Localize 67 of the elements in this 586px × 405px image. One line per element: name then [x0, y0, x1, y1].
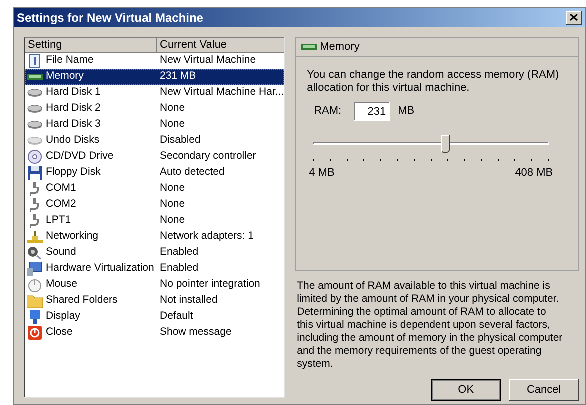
- setting-value: Secondary controller: [159, 149, 256, 164]
- setting-value: None: [159, 213, 186, 228]
- setting-value: Enabled: [159, 245, 199, 260]
- setting-name: LPT1: [46, 213, 72, 228]
- setting-name: Networking: [46, 229, 99, 244]
- setting-name: Close: [46, 325, 73, 340]
- setting-value: None: [159, 117, 186, 132]
- settings-row[interactable]: Close Show message: [25, 325, 284, 341]
- setting-name: Display: [46, 309, 80, 324]
- setting-value: None: [159, 181, 186, 196]
- setting-name: Sound: [46, 245, 76, 260]
- settings-row[interactable]: Shared Folders Not installed: [25, 293, 284, 309]
- setting-name: COM2: [46, 197, 76, 212]
- settings-row[interactable]: Undo Disks Disabled: [25, 133, 284, 149]
- settings-row[interactable]: File Name New Virtual Machine: [25, 53, 284, 69]
- setting-name: File Name: [46, 53, 94, 68]
- setting-name: Mouse: [46, 277, 78, 292]
- unit-label: MB: [398, 104, 415, 120]
- column-header[interactable]: Current Value: [157, 38, 284, 53]
- setting-value: 231 MB: [159, 69, 196, 84]
- settings-row[interactable]: Sound Enabled: [25, 245, 284, 261]
- panel-title: Memory: [320, 40, 360, 55]
- setting-name: CD/DVD Drive: [46, 149, 114, 164]
- setting-value: None: [159, 101, 186, 116]
- settings-row[interactable]: Hard Disk 3 None: [25, 117, 284, 133]
- settings-row[interactable]: Mouse No pointer integration: [25, 277, 284, 293]
- setting-value: Not installed: [159, 293, 218, 308]
- ram-input[interactable]: 231: [354, 102, 390, 121]
- setting-name: Hard Disk 2: [46, 101, 101, 116]
- settings-row[interactable]: Hardware Virtualization Enabled: [25, 261, 284, 277]
- setting-name: Shared Folders: [46, 293, 118, 308]
- setting-value: None: [159, 197, 186, 212]
- setting-name: Undo Disks: [46, 133, 100, 148]
- setting-name: Memory: [46, 69, 84, 84]
- ram-note: The amount of RAM available to this virtual machine is limited by the amount of RAM in your physical computer. Determining the optimal amount of RAM to allocate to this virtual machine is dependent upon several factors, including the amount of memory in the physical computer and the memory requirements of the guest operating system.: [296, 280, 564, 371]
- setting-name: COM1: [46, 181, 76, 196]
- setting-name: Hard Disk 1: [46, 85, 101, 100]
- settings-row[interactable]: Networking Network adapters: 1: [25, 229, 284, 245]
- setting-name: Floppy Disk: [46, 165, 101, 180]
- setting-value: Disabled: [159, 133, 201, 148]
- settings-row[interactable]: Display Default: [25, 309, 284, 325]
- settings-row[interactable]: CD/DVD Drive Secondary controller: [25, 149, 284, 165]
- settings-row[interactable]: COM1 None: [25, 181, 284, 197]
- cancel-button[interactable]: Cancel: [509, 379, 580, 401]
- memory-description: You can change the random access memory (RAM) allocation for this virtual machine.: [307, 69, 560, 95]
- setting-value: No pointer integration: [159, 277, 260, 292]
- settings-row[interactable]: LPT1 None: [25, 213, 284, 229]
- min-label: 4 MB: [309, 166, 335, 181]
- settings-row[interactable]: Hard Disk 2 None: [25, 101, 284, 117]
- ram-label: RAM:: [314, 104, 343, 120]
- setting-value: Show message: [159, 325, 232, 340]
- column-header[interactable]: Setting: [25, 38, 157, 53]
- ok-button[interactable]: OK: [431, 379, 502, 401]
- setting-name: Hardware Virtualization: [46, 261, 154, 276]
- setting-value: Auto detected: [159, 165, 225, 180]
- max-label: 408 MB: [515, 166, 554, 181]
- setting-name: Hard Disk 3: [46, 117, 101, 132]
- setting-value: New Virtual Machine Har...: [159, 85, 284, 100]
- settings-row[interactable]: Floppy Disk Auto detected: [25, 165, 284, 181]
- settings-row[interactable]: Memory 231 MB: [25, 69, 284, 85]
- settings-row[interactable]: COM2 None: [25, 197, 284, 213]
- settings-row[interactable]: Hard Disk 1 New Virtual Machine Har...: [25, 85, 284, 101]
- setting-value: Network adapters: 1: [159, 229, 254, 244]
- setting-value: New Virtual Machine: [159, 53, 256, 68]
- setting-value: Enabled: [159, 261, 199, 276]
- window-title: Settings for New Virtual Machine: [17, 10, 204, 26]
- setting-value: Default: [159, 309, 194, 324]
